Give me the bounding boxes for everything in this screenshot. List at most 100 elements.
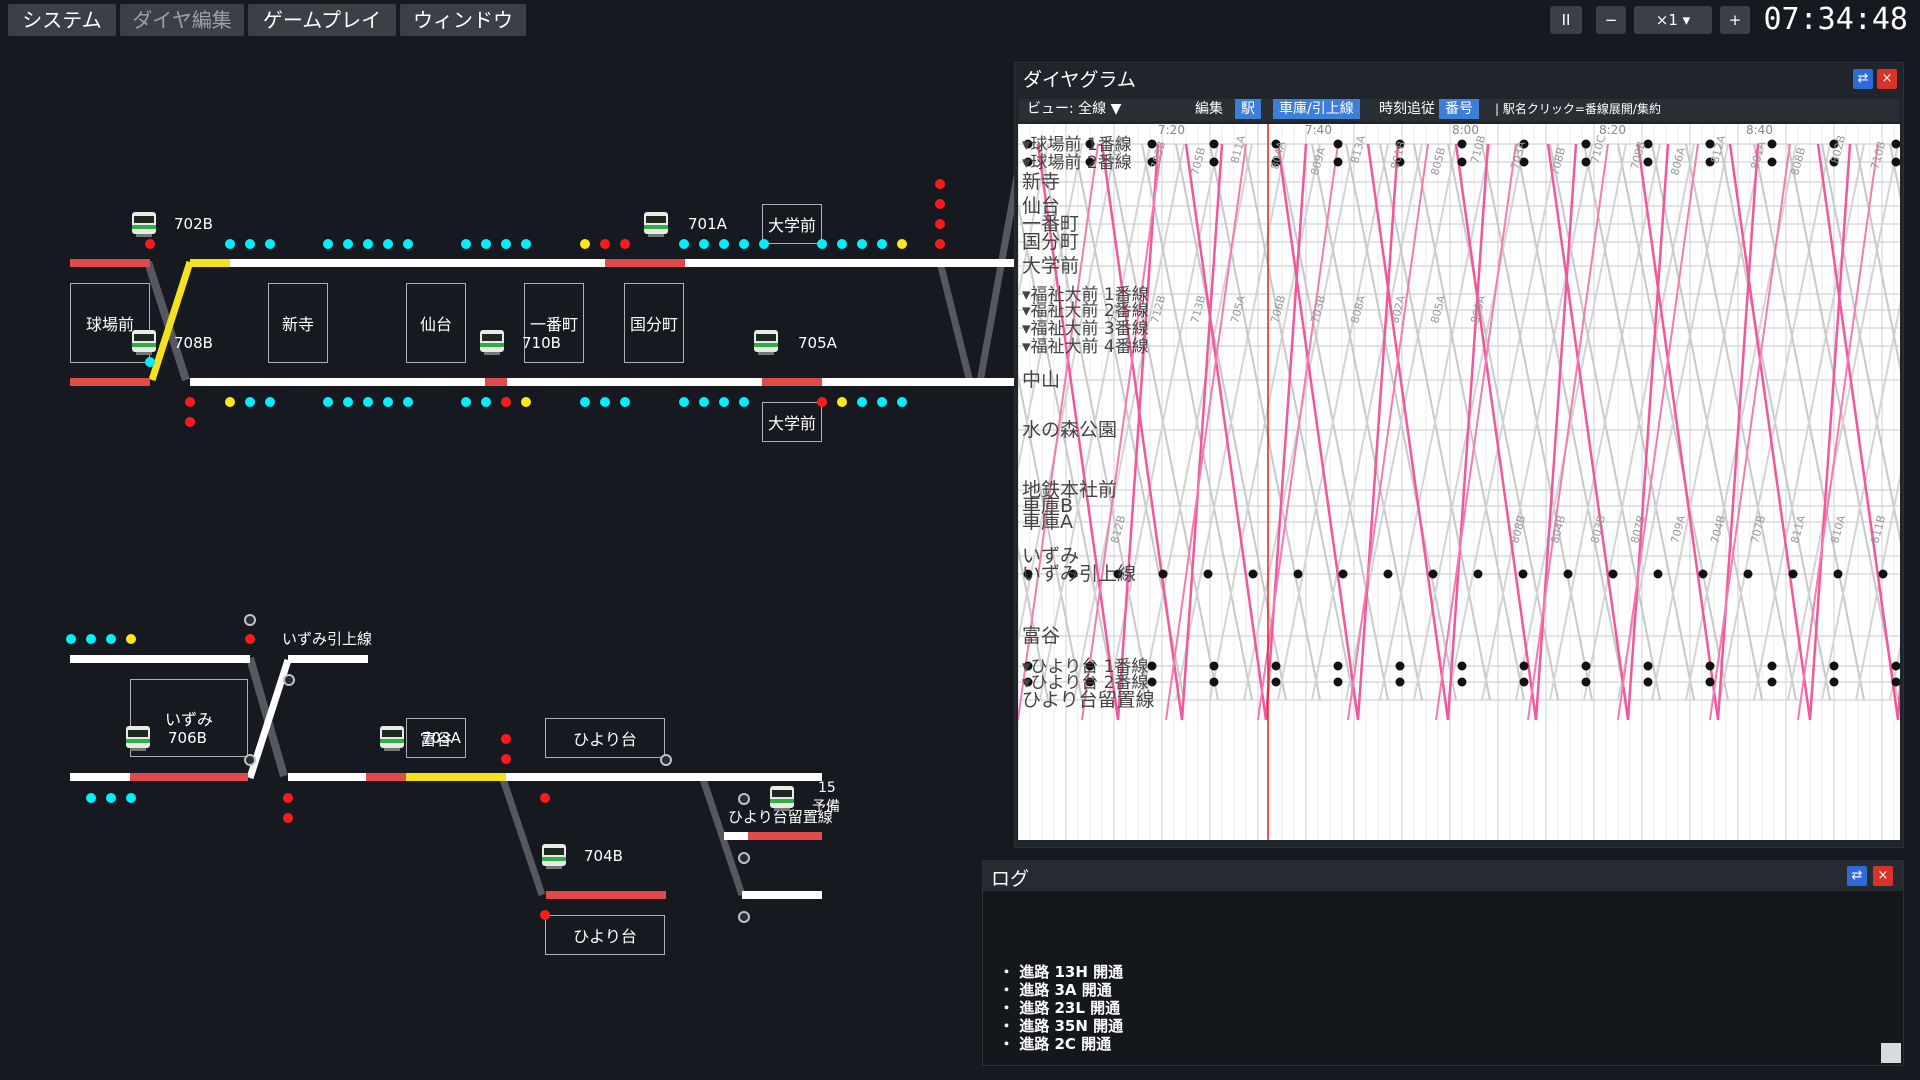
station-daigakumae-up[interactable]: 大学前 (762, 204, 822, 244)
signal-dot[interactable] (283, 813, 293, 823)
track-segment[interactable] (190, 378, 485, 386)
signal-dot[interactable] (719, 397, 729, 407)
signal-dot[interactable] (481, 397, 491, 407)
signal-dot[interactable] (739, 239, 749, 249)
track-segment[interactable] (288, 773, 366, 781)
signal-dot[interactable] (283, 674, 295, 686)
signal-dot[interactable] (323, 397, 333, 407)
station-toggle[interactable]: 駅 (1235, 99, 1261, 119)
signal-dot[interactable] (126, 793, 136, 803)
diagram-canvas[interactable]: 7:20 7:40 8:00 8:20 8:40▾球場前 1番線▾球場前 2番線新寺仙台… (937, 123, 1920, 840)
swap-icon[interactable]: ⇄ (1847, 866, 1867, 886)
view-select[interactable]: ビュー: 全線 ▼ (1021, 99, 1127, 119)
track-segment[interactable] (507, 378, 762, 386)
signal-dot[interactable] (244, 614, 256, 626)
signal-dot[interactable] (86, 793, 96, 803)
signal-dot[interactable] (738, 793, 750, 805)
track-segment-occupied[interactable] (130, 773, 248, 781)
close-icon[interactable]: × (1877, 69, 1897, 89)
signal-dot[interactable] (145, 357, 155, 367)
track-segment-occupied[interactable] (762, 378, 822, 386)
signal-dot[interactable] (283, 793, 293, 803)
edit-button[interactable]: 編集 (1189, 99, 1229, 119)
signal-dot[interactable] (660, 754, 672, 766)
train-icon[interactable] (540, 842, 568, 870)
signal-dot[interactable] (323, 239, 333, 249)
signal-dot[interactable] (935, 199, 945, 209)
track-segment-occupied[interactable] (70, 259, 150, 267)
train-icon[interactable] (478, 328, 506, 356)
signal-dot[interactable] (461, 397, 471, 407)
signal-dot[interactable] (343, 239, 353, 249)
signal-dot[interactable] (481, 239, 491, 249)
signal-dot[interactable] (759, 239, 769, 249)
signal-dot[interactable] (501, 397, 511, 407)
signal-dot[interactable] (679, 239, 689, 249)
train-icon[interactable] (378, 724, 406, 752)
signal-dot[interactable] (580, 239, 590, 249)
signal-dot[interactable] (265, 239, 275, 249)
speed-up-button[interactable]: + (1720, 6, 1750, 34)
station-kokubuncho[interactable]: 国分町 (624, 283, 684, 363)
track-segment[interactable] (742, 891, 822, 899)
signal-dot[interactable] (600, 397, 610, 407)
track-segment[interactable] (230, 259, 605, 267)
signal-dot[interactable] (245, 239, 255, 249)
signal-dot[interactable] (225, 239, 235, 249)
station-hiyoridai-down[interactable]: ひより台 (545, 915, 665, 955)
station-daigakumae-down[interactable]: 大学前 (762, 402, 822, 442)
track-segment[interactable] (685, 259, 1015, 267)
signal-dot[interactable] (265, 397, 275, 407)
track-segment[interactable] (724, 832, 748, 840)
train-icon[interactable] (130, 328, 158, 356)
track-segment-route[interactable] (406, 773, 506, 781)
train-icon[interactable] (752, 328, 780, 356)
track-segment[interactable] (506, 773, 822, 781)
signal-dot[interactable] (817, 397, 827, 407)
signal-dot[interactable] (461, 239, 471, 249)
signal-dot[interactable] (501, 239, 511, 249)
signal-dot[interactable] (738, 852, 750, 864)
signal-dot[interactable] (245, 397, 255, 407)
follow-time-button[interactable]: 時刻追従 (1373, 99, 1441, 119)
signal-dot[interactable] (383, 397, 393, 407)
diagram-plot[interactable]: 7:20 7:40 8:00 8:20 8:40 ▾球場前 1番線 ▾球場前 2番線 新寺 仙台… (937, 123, 1920, 840)
pause-button[interactable]: II (1550, 6, 1582, 34)
resize-handle[interactable] (1881, 1043, 1901, 1063)
signal-dot[interactable] (403, 397, 413, 407)
signal-dot[interactable] (403, 239, 413, 249)
signal-dot[interactable] (106, 793, 116, 803)
track-segment-occupied[interactable] (366, 773, 406, 781)
signal-dot[interactable] (363, 239, 373, 249)
track-segment-occupied[interactable] (546, 891, 666, 899)
signal-dot[interactable] (343, 397, 353, 407)
number-toggle[interactable]: 番号 (1439, 99, 1479, 119)
signal-dot[interactable] (521, 397, 531, 407)
signal-dot[interactable] (699, 239, 709, 249)
station-sendai[interactable]: 仙台 (406, 283, 466, 363)
depot-toggle[interactable]: 車庫/引上線 (1273, 99, 1360, 119)
signal-dot[interactable] (540, 793, 550, 803)
signal-dot[interactable] (126, 634, 136, 644)
signal-dot[interactable] (540, 910, 550, 920)
train-icon[interactable] (768, 784, 796, 812)
signal-dot[interactable] (877, 239, 887, 249)
track-segment-occupied[interactable] (748, 832, 822, 840)
signal-dot[interactable] (699, 397, 709, 407)
signal-dot[interactable] (185, 417, 195, 427)
track-segment-occupied[interactable] (605, 259, 685, 267)
track-segment-route[interactable] (190, 259, 230, 267)
track-segment[interactable] (70, 655, 250, 663)
signal-dot[interactable] (521, 239, 531, 249)
signal-dot[interactable] (106, 634, 116, 644)
signal-dot[interactable] (935, 179, 945, 189)
signal-dot[interactable] (383, 239, 393, 249)
signal-dot[interactable] (738, 911, 750, 923)
signal-dot[interactable] (817, 239, 827, 249)
signal-dot[interactable] (897, 397, 907, 407)
signal-dot[interactable] (719, 239, 729, 249)
signal-dot[interactable] (877, 397, 887, 407)
track-segment[interactable] (822, 378, 1015, 386)
signal-dot[interactable] (501, 734, 511, 744)
close-icon[interactable]: × (1873, 866, 1893, 886)
